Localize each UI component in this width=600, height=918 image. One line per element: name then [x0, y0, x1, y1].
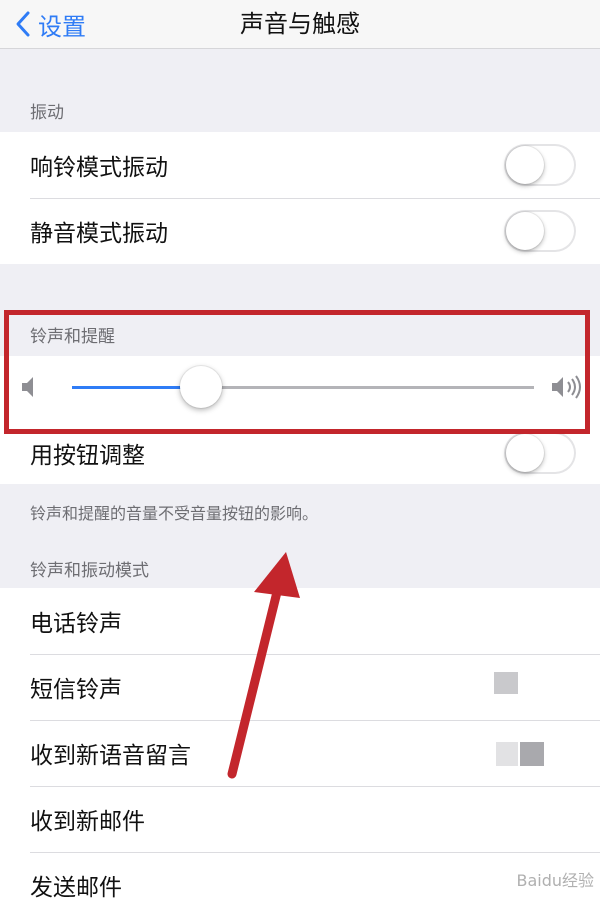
row-label: 短信铃声	[30, 677, 122, 703]
speaker-low-icon	[22, 377, 33, 397]
watermark-logo: Baidu经验	[516, 871, 594, 890]
row-label: 发送邮件	[30, 875, 122, 901]
speaker-high-icon	[552, 375, 581, 399]
vibration-group: 响铃模式振动 静音模式振动	[0, 132, 600, 264]
page-title: 声音与触感	[240, 10, 360, 38]
obscured-value	[520, 742, 544, 766]
obscured-value	[496, 742, 518, 766]
row-label: 电话铃声	[30, 611, 122, 637]
silent-mode-vibration-row[interactable]: 静音模式振动	[0, 198, 600, 264]
adjust-with-buttons-toggle[interactable]	[504, 432, 576, 474]
row-label: 响铃模式振动	[30, 155, 168, 181]
toggle-knob	[506, 434, 544, 472]
new-mail-row[interactable]: 收到新邮件	[0, 786, 600, 852]
ringer-footnote: 铃声和提醒的音量不受音量按钮的影响。	[30, 504, 319, 523]
row-label: 用按钮调整	[30, 443, 145, 469]
volume-track-empty	[201, 386, 534, 389]
navigation-bar: 设置 声音与触感	[0, 0, 600, 49]
toggle-knob	[506, 146, 544, 184]
ring-vibration-toggle[interactable]	[504, 144, 576, 186]
ring-mode-vibration-row[interactable]: 响铃模式振动	[0, 132, 600, 198]
silent-vibration-toggle[interactable]	[504, 210, 576, 252]
toggle-knob	[506, 212, 544, 250]
row-label: 静音模式振动	[30, 221, 168, 247]
adjust-with-buttons-row[interactable]: 用按钮调整	[0, 422, 600, 484]
section-header-vibration: 振动	[30, 103, 64, 123]
section-header-ringer: 铃声和提醒	[30, 327, 115, 347]
sent-mail-row[interactable]: 发送邮件	[0, 852, 600, 918]
row-label: 收到新邮件	[30, 809, 145, 835]
volume-slider-row	[0, 356, 600, 422]
section-header-patterns: 铃声和振动模式	[30, 561, 149, 581]
obscured-value	[494, 672, 518, 694]
ringtone-row[interactable]: 电话铃声	[0, 588, 600, 654]
adjust-group: 用按钮调整	[0, 422, 600, 484]
row-label: 收到新语音留言	[30, 743, 191, 769]
